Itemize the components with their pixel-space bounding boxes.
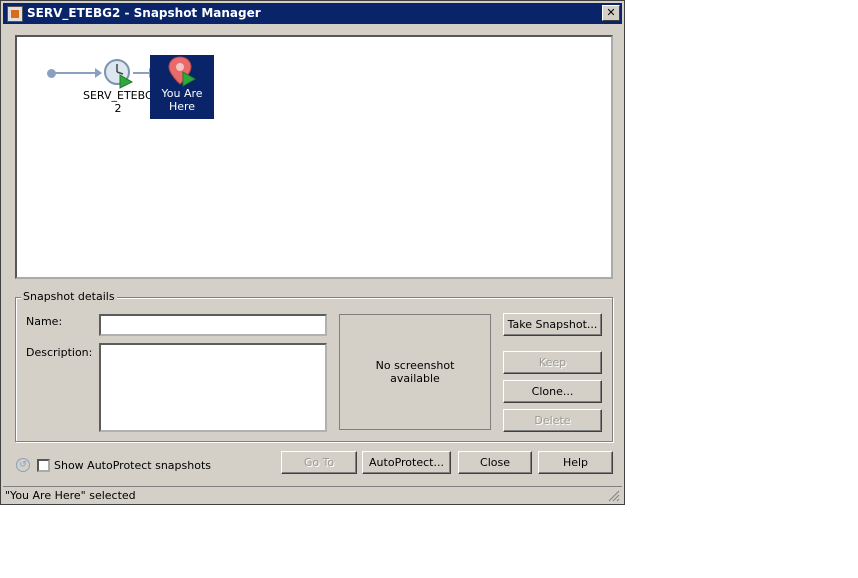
autoprotect-icon: ↺ — [16, 458, 30, 472]
snapshot-tree-panel[interactable]: SERV_ETEBG 2 You Are Here — [15, 35, 613, 279]
resize-grip-icon[interactable] — [608, 490, 620, 502]
clone-button[interactable]: Clone... — [503, 380, 602, 403]
window-title: SERV_ETEBG2 - Snapshot Manager — [27, 6, 261, 20]
snapshot-details-group: Snapshot details Name: Description: No s… — [15, 290, 613, 442]
snapshot-node-label: SERV_ETEBG 2 — [83, 89, 154, 115]
keep-button[interactable]: Keep — [503, 351, 602, 374]
snapshot-manager-window: SERV_ETEBG2 - Snapshot Manager ✕ SERV_ET… — [0, 0, 625, 505]
status-bar: "You Are Here" selected — [3, 486, 622, 504]
show-autoprotect-checkbox[interactable] — [37, 459, 50, 472]
go-to-button[interactable]: Go To — [281, 451, 357, 474]
title-bar[interactable]: SERV_ETEBG2 - Snapshot Manager ✕ — [3, 3, 622, 24]
take-snapshot-button[interactable]: Take Snapshot... — [503, 313, 602, 336]
screenshot-preview: No screenshot available — [339, 314, 491, 430]
clock-snapshot-icon — [104, 59, 134, 89]
close-button[interactable]: Close — [458, 451, 532, 474]
delete-button[interactable]: Delete — [503, 409, 602, 432]
name-field[interactable] — [99, 314, 327, 336]
description-field[interactable] — [99, 343, 327, 432]
snapshot-node-you-are-here[interactable]: You Are Here — [150, 55, 214, 119]
snapshot-details-legend: Snapshot details — [21, 290, 117, 303]
help-button[interactable]: Help — [538, 451, 613, 474]
no-screenshot-text: No screenshot available — [375, 359, 455, 385]
vmware-app-icon — [7, 6, 23, 22]
snapshot-node-serv-etebg2[interactable]: SERV_ETEBG 2 — [83, 57, 154, 117]
status-text: "You Are Here" selected — [5, 489, 136, 502]
autoprotect-button[interactable]: AutoProtect... — [362, 451, 451, 474]
description-label: Description: — [26, 346, 93, 359]
close-window-button[interactable]: ✕ — [602, 5, 620, 21]
show-autoprotect-label[interactable]: Show AutoProtect snapshots — [54, 459, 211, 472]
location-pin-icon — [168, 56, 196, 87]
name-label: Name: — [26, 315, 63, 328]
snapshot-node-label: You Are Here — [161, 87, 203, 113]
